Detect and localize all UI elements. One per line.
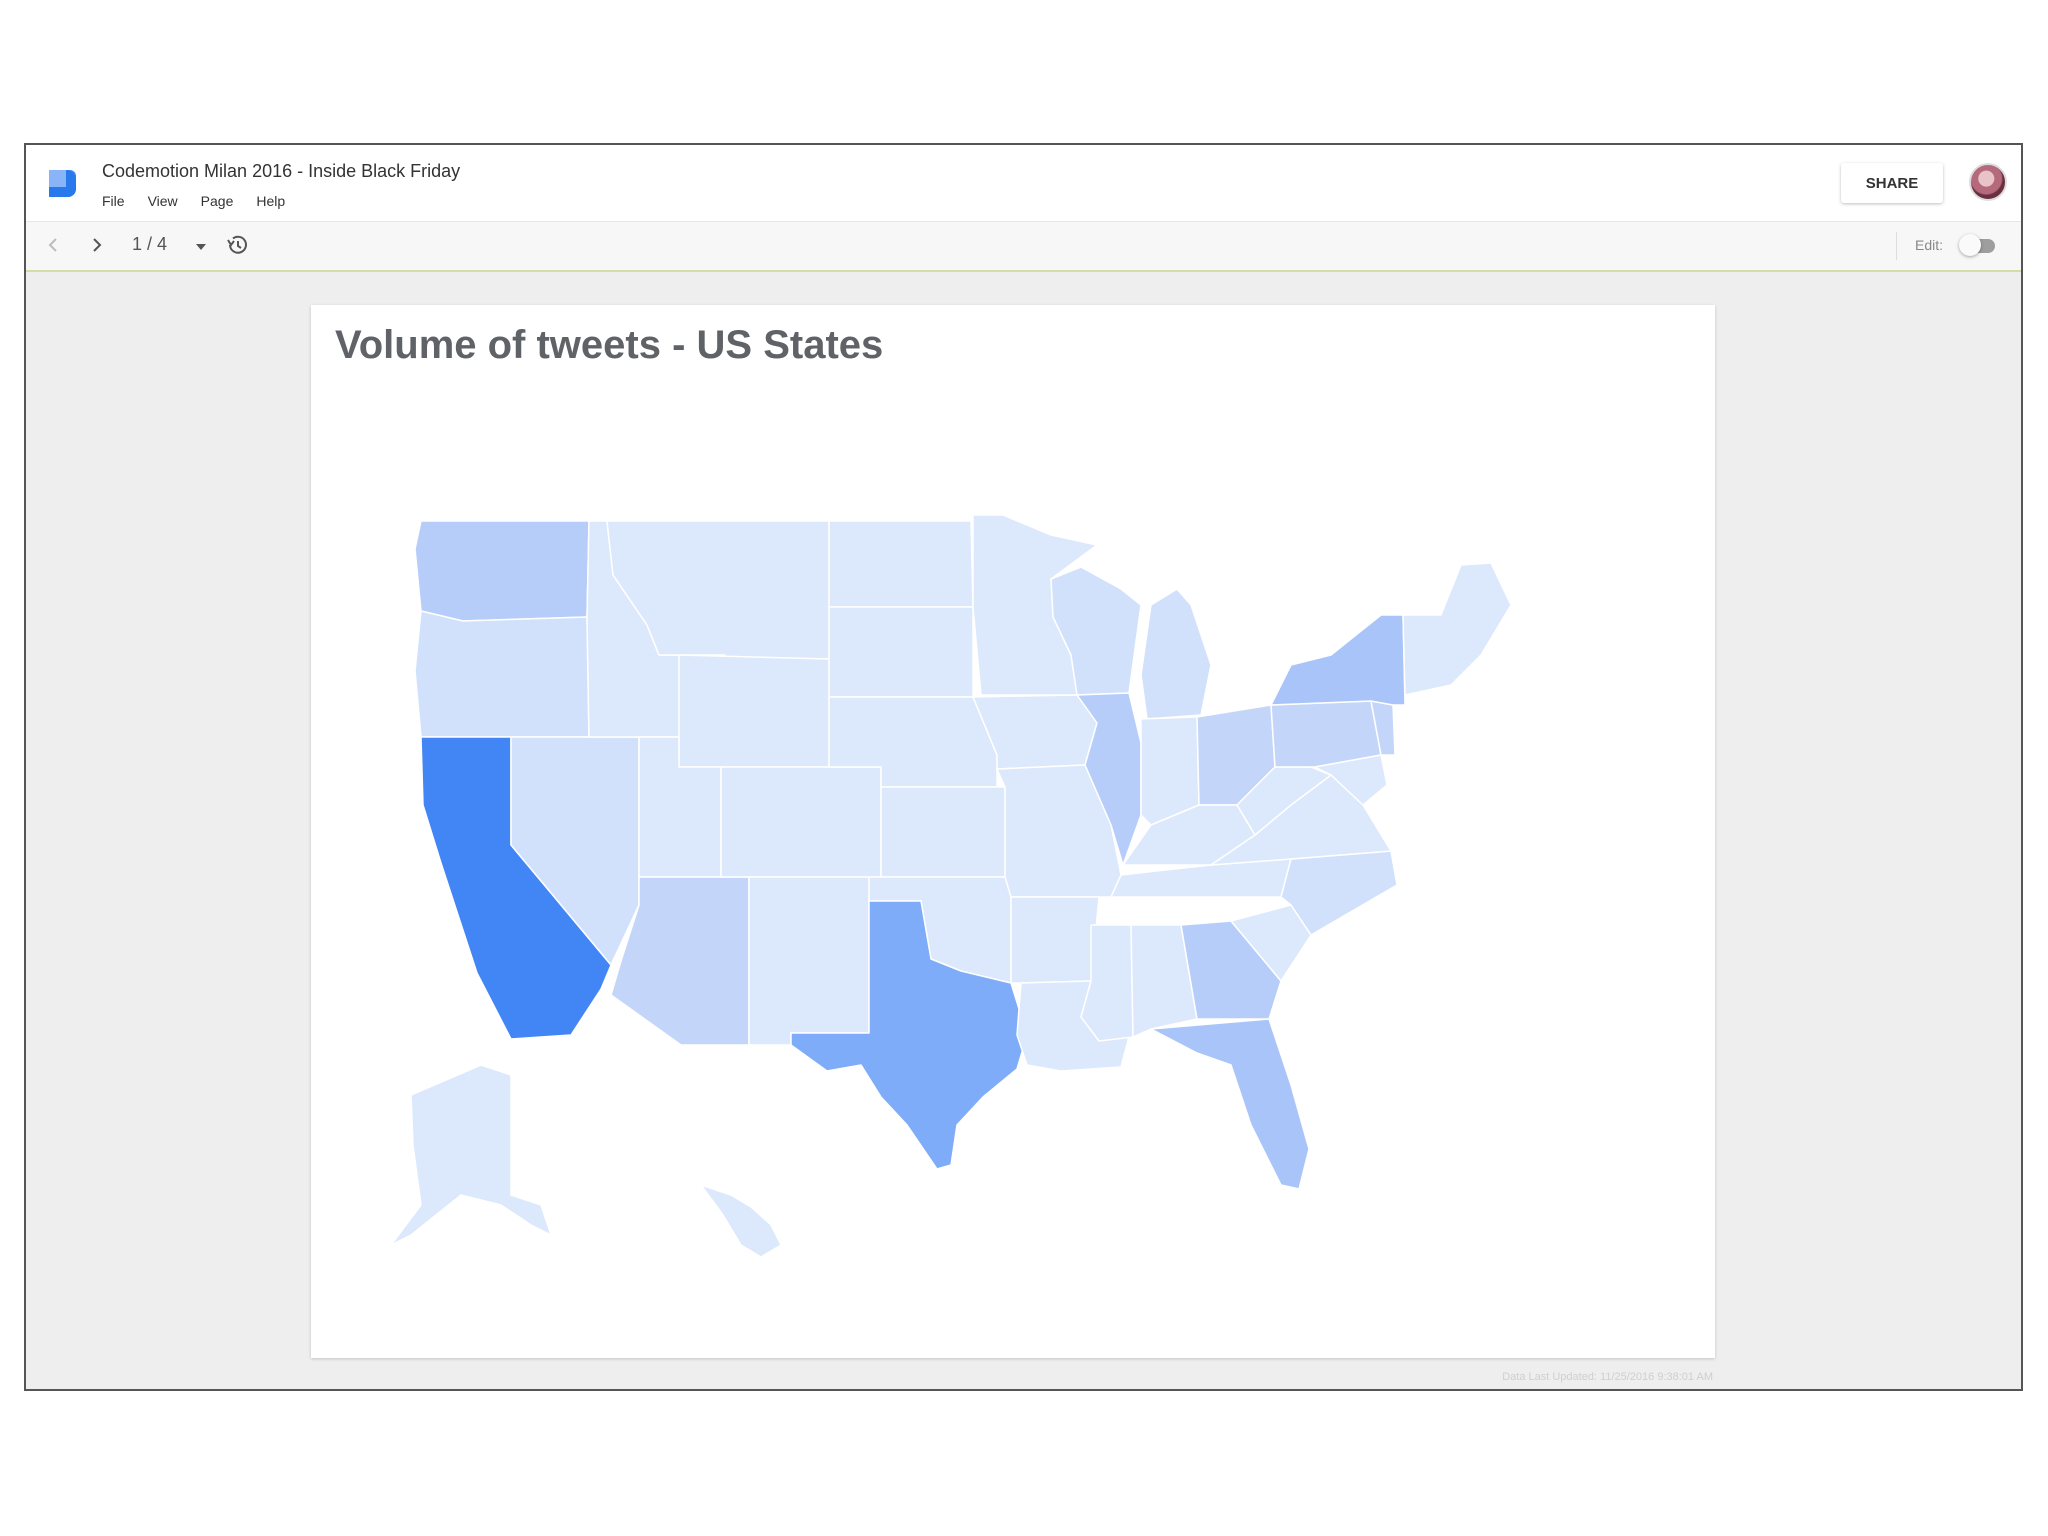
- menu-file[interactable]: File: [102, 193, 125, 209]
- state-wyoming[interactable]: [678, 654, 830, 768]
- state-kansas[interactable]: [880, 786, 1006, 878]
- app-header: Codemotion Milan 2016 - Inside Black Fri…: [26, 145, 2021, 222]
- state-north-dakota[interactable]: [828, 520, 974, 608]
- state-arkansas[interactable]: [1010, 896, 1100, 984]
- state-colorado[interactable]: [720, 766, 882, 878]
- state-pennsylvania[interactable]: [1270, 700, 1382, 768]
- state-new-mexico[interactable]: [748, 876, 870, 1046]
- state-oregon[interactable]: [414, 610, 590, 738]
- state-florida[interactable]: [1150, 1018, 1310, 1190]
- share-button[interactable]: SHARE: [1841, 163, 1943, 203]
- state-hawaii[interactable]: [700, 1184, 782, 1258]
- menu-bar: File View Page Help: [102, 193, 285, 209]
- menu-view[interactable]: View: [148, 193, 178, 209]
- state-new-york[interactable]: [1270, 614, 1406, 706]
- state-michigan[interactable]: [1140, 588, 1212, 720]
- history-icon[interactable]: [224, 232, 250, 258]
- toolbar-divider: [1896, 232, 1897, 260]
- state-washington[interactable]: [414, 520, 590, 622]
- menu-page[interactable]: Page: [201, 193, 234, 209]
- data-last-updated: Data Last Updated: 11/25/2016 9:38:01 AM: [1502, 1371, 1713, 1383]
- state-south-dakota[interactable]: [828, 606, 974, 698]
- previous-page-icon[interactable]: [42, 234, 64, 256]
- menu-help[interactable]: Help: [256, 193, 285, 209]
- report-page: Volume of tweets - US States: [311, 305, 1715, 1358]
- report-toolbar: 1 / 4 Edit:: [26, 222, 2021, 272]
- page-indicator[interactable]: 1 / 4: [132, 234, 167, 255]
- page-dropdown-icon[interactable]: [196, 244, 206, 250]
- page-title: Volume of tweets - US States: [335, 323, 884, 367]
- next-page-icon[interactable]: [86, 234, 108, 256]
- state-new-england[interactable]: [1402, 562, 1512, 696]
- us-states-geo-map[interactable]: [351, 505, 1591, 1265]
- state-alaska[interactable]: [390, 1064, 552, 1246]
- edit-toggle-knob[interactable]: [1959, 234, 1981, 256]
- page-indicator-text: 1 / 4: [132, 234, 168, 254]
- data-studio-logo-icon: [49, 170, 76, 197]
- app-window: Codemotion Milan 2016 - Inside Black Fri…: [24, 143, 2023, 1391]
- user-avatar[interactable]: [1969, 163, 2007, 201]
- edit-label: Edit:: [1914, 237, 1943, 253]
- document-title[interactable]: Codemotion Milan 2016 - Inside Black Fri…: [102, 161, 460, 182]
